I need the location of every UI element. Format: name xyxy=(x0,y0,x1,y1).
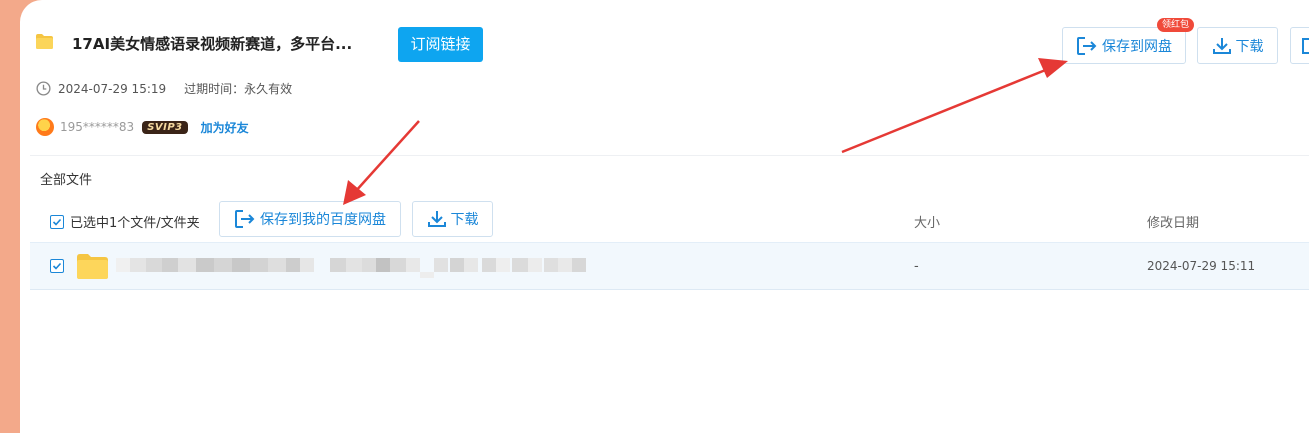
add-friend-link[interactable]: 加为好友 xyxy=(201,119,249,136)
share-meta: 2024-07-29 15:19 过期时间： 永久有效 xyxy=(36,80,292,97)
column-header-date[interactable]: 修改日期 xyxy=(1147,212,1199,231)
selection-summary: 已选中1个文件/文件夹 xyxy=(50,212,200,231)
download-button[interactable]: 下载 xyxy=(1197,27,1278,64)
folder-icon xyxy=(77,254,108,279)
more-icon xyxy=(1302,37,1309,54)
download-icon xyxy=(427,211,446,227)
blurred-file-name[interactable] xyxy=(116,256,586,278)
column-header-size[interactable]: 大小 xyxy=(914,212,940,231)
selected-count-label: 已选中1个文件/文件夹 xyxy=(70,216,200,231)
download-icon xyxy=(1212,37,1231,54)
save-icon xyxy=(235,210,255,228)
expire-value: 永久有效 xyxy=(244,82,293,96)
check-icon xyxy=(52,218,62,226)
share-panel: 17AI美女情感语录视频新赛道，多平台... 订阅链接 2024-07-29 1… xyxy=(20,0,1309,433)
file-modified-date: 2024-07-29 15:11 xyxy=(1147,259,1256,273)
sharer-info: 195******83 SVIP3 加为好友 xyxy=(36,118,249,136)
divider xyxy=(30,155,1309,156)
check-icon xyxy=(52,262,62,270)
more-actions-button[interactable] xyxy=(1290,27,1309,64)
subscribe-link-button[interactable]: 订阅链接 xyxy=(398,27,483,62)
clock-icon xyxy=(36,81,51,96)
expire-label: 过期时间： xyxy=(184,82,245,96)
table-row[interactable]: - 2024-07-29 15:11 xyxy=(30,242,1309,290)
user-name[interactable]: 195******83 xyxy=(60,120,134,134)
share-time: 2024-07-29 15:19 xyxy=(58,81,167,96)
file-size: - xyxy=(914,259,919,274)
breadcrumb[interactable]: 全部文件 xyxy=(40,169,92,188)
save-label: 保存到网盘 xyxy=(1102,38,1172,55)
save-label: 保存到我的百度网盘 xyxy=(260,212,386,228)
folder-icon xyxy=(36,34,53,49)
select-all-checkbox[interactable] xyxy=(50,214,64,229)
row-checkbox[interactable] xyxy=(50,259,64,273)
avatar[interactable] xyxy=(36,118,54,136)
save-icon xyxy=(1077,36,1097,55)
vip-badge: SVIP3 xyxy=(142,120,188,134)
download-selected-button[interactable]: 下载 xyxy=(412,201,493,237)
download-label: 下载 xyxy=(1235,38,1264,55)
redpacket-badge[interactable]: 领红包 xyxy=(1157,18,1195,32)
share-title: 17AI美女情感语录视频新赛道，多平台... xyxy=(72,35,353,53)
download-label: 下载 xyxy=(450,212,479,228)
save-to-my-baidu-netdisk-button[interactable]: 保存到我的百度网盘 xyxy=(219,201,401,237)
save-to-netdisk-button[interactable]: 保存到网盘 xyxy=(1062,27,1186,64)
